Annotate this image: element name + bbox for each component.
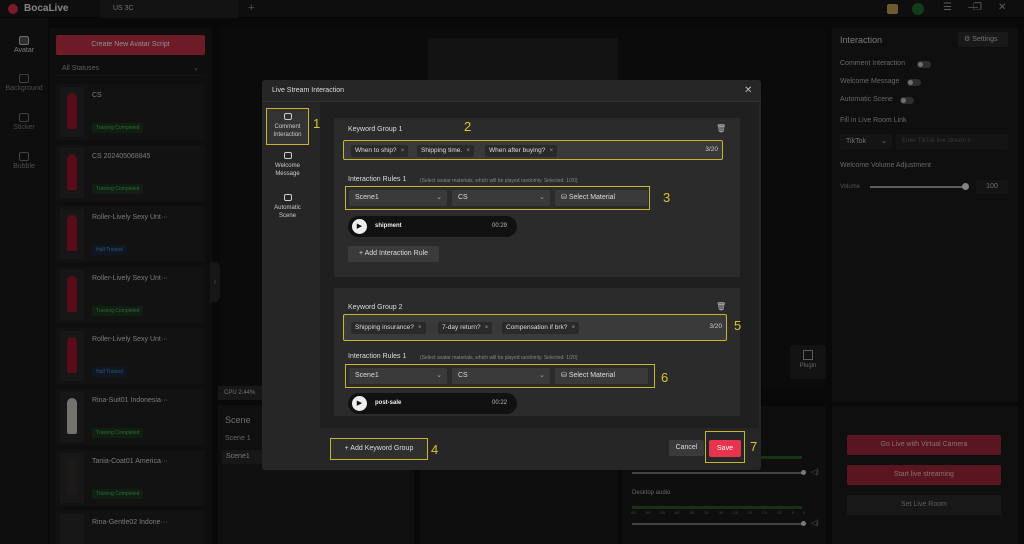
interaction-rule-row: Scene1 ⌄ CS ⌄ ⛁ Select Material: [345, 364, 655, 388]
keyword-chip[interactable]: Shipping insurance? ×: [351, 322, 426, 334]
chevron-down-icon: ⌄: [539, 372, 545, 379]
interaction-rules-hint: (Select avatar materials, which will be …: [420, 178, 578, 184]
keyword-input[interactable]: Shipping insurance? × 7-day return? × Comp…: [343, 314, 727, 341]
save-button[interactable]: Save: [709, 440, 741, 457]
delete-group-icon[interactable]: 🗑: [716, 302, 726, 311]
nav-welcome-message[interactable]: Welcome Message: [266, 152, 309, 178]
delete-group-icon[interactable]: 🗑: [716, 124, 726, 133]
material-icon: ⛁: [561, 194, 569, 201]
interaction-rules-label: Interaction Rules 1: [348, 176, 407, 183]
material-player: ▶ post-sale 00:22: [348, 393, 517, 414]
material-name: post-sale: [375, 400, 402, 406]
add-keyword-group-button[interactable]: + Add Keyword Group: [330, 438, 428, 460]
annotation-marker: 6: [661, 370, 669, 385]
nav-comment-interaction[interactable]: Comment Interaction: [266, 108, 309, 145]
keyword-input[interactable]: When to ship? × Shipping time. × When afte…: [343, 140, 723, 160]
chevron-down-icon: ⌄: [436, 194, 442, 201]
select-material-button[interactable]: ⛁ Select Material: [555, 368, 648, 384]
keyword-chip[interactable]: When after buying? ×: [485, 145, 558, 157]
welcome-icon: [283, 152, 292, 159]
chevron-down-icon: ⌄: [539, 194, 545, 201]
annotation-marker: 4: [431, 442, 439, 457]
scene-select[interactable]: Scene1 ⌄: [349, 190, 447, 206]
interaction-rules-label: Interaction Rules 1: [348, 353, 407, 360]
remove-chip-icon[interactable]: ×: [418, 324, 422, 331]
avatar-select[interactable]: CS ⌄: [452, 190, 550, 206]
select-material-button[interactable]: ⛁ Select Material: [555, 190, 648, 206]
keyword-chip[interactable]: Compensation if brk? ×: [502, 322, 580, 334]
material-name: shipment: [375, 223, 402, 229]
keyword-count: 3/20: [705, 146, 718, 153]
scene-select[interactable]: Scene1 ⌄: [349, 368, 447, 384]
annotation-marker: 3: [663, 190, 671, 205]
interaction-rules-hint: (Select avatar materials, which will be …: [420, 355, 578, 361]
keyword-chip[interactable]: 7-day return? ×: [438, 322, 493, 334]
play-icon[interactable]: ▶: [352, 219, 367, 234]
annotation-marker: 7: [750, 439, 758, 454]
dialog-title: Live Stream Interaction: [272, 87, 344, 94]
grid-icon: [283, 194, 292, 201]
keyword-group-title: Keyword Group 2: [348, 304, 403, 311]
remove-chip-icon[interactable]: ×: [549, 147, 553, 154]
remove-chip-icon[interactable]: ×: [401, 147, 405, 154]
chevron-down-icon: ⌄: [436, 372, 442, 379]
material-icon: ⛁: [561, 372, 569, 379]
material-player: ▶ shipment 00:29: [348, 216, 517, 237]
remove-chip-icon[interactable]: ×: [571, 324, 575, 331]
cancel-button[interactable]: Cancel: [669, 440, 704, 456]
interaction-rule-row: Scene1 ⌄ CS ⌄ ⛁ Select Material: [345, 186, 650, 210]
material-duration: 00:22: [491, 400, 507, 406]
keyword-count: 3/20: [709, 323, 722, 330]
annotation-marker: 5: [734, 318, 742, 333]
keyword-chip[interactable]: Shipping time. ×: [417, 145, 474, 157]
comment-icon: [283, 113, 292, 120]
keyword-chip[interactable]: When to ship? ×: [351, 145, 409, 157]
remove-chip-icon[interactable]: ×: [466, 147, 470, 154]
close-icon[interactable]: ✕: [744, 85, 752, 96]
annotation-marker: 2: [464, 119, 472, 134]
play-icon[interactable]: ▶: [352, 396, 367, 411]
material-duration: 00:29: [491, 223, 507, 229]
dialog-nav: [262, 102, 314, 428]
keyword-group-title: Keyword Group 1: [348, 126, 403, 133]
add-interaction-rule-button[interactable]: + Add Interaction Rule: [348, 246, 439, 262]
nav-automatic-scene[interactable]: Automatic Scene: [266, 194, 309, 220]
avatar-select[interactable]: CS ⌄: [452, 368, 550, 384]
remove-chip-icon[interactable]: ×: [485, 324, 489, 331]
